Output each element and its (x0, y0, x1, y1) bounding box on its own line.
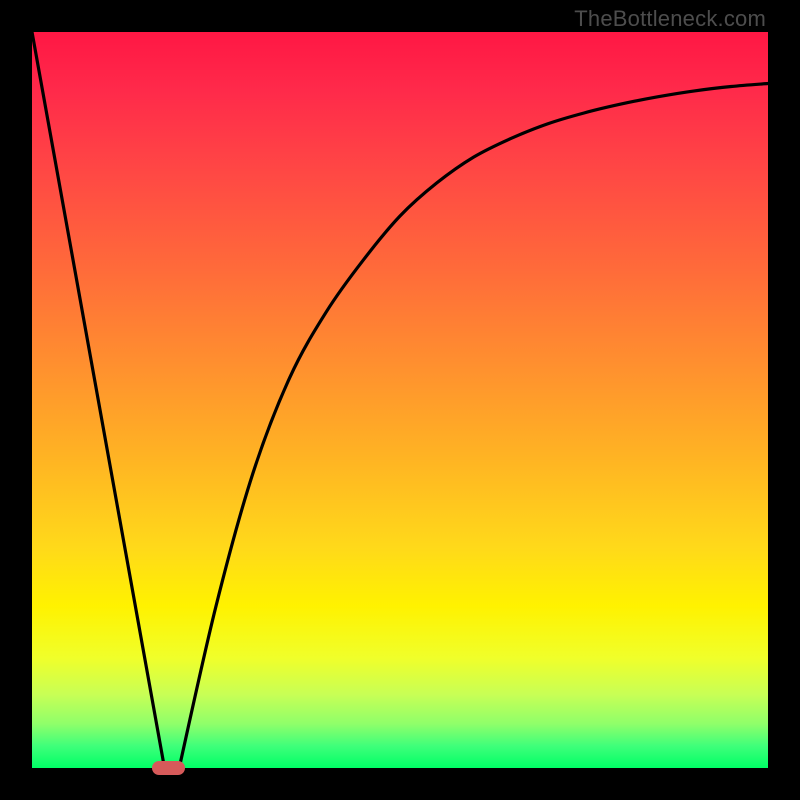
curve-left (32, 32, 165, 768)
curve-layer (32, 32, 768, 768)
plot-area (32, 32, 768, 768)
watermark-text: TheBottleneck.com (574, 6, 766, 32)
chart-frame: TheBottleneck.com (0, 0, 800, 800)
curve-right (179, 84, 768, 769)
bottleneck-marker (152, 761, 185, 775)
